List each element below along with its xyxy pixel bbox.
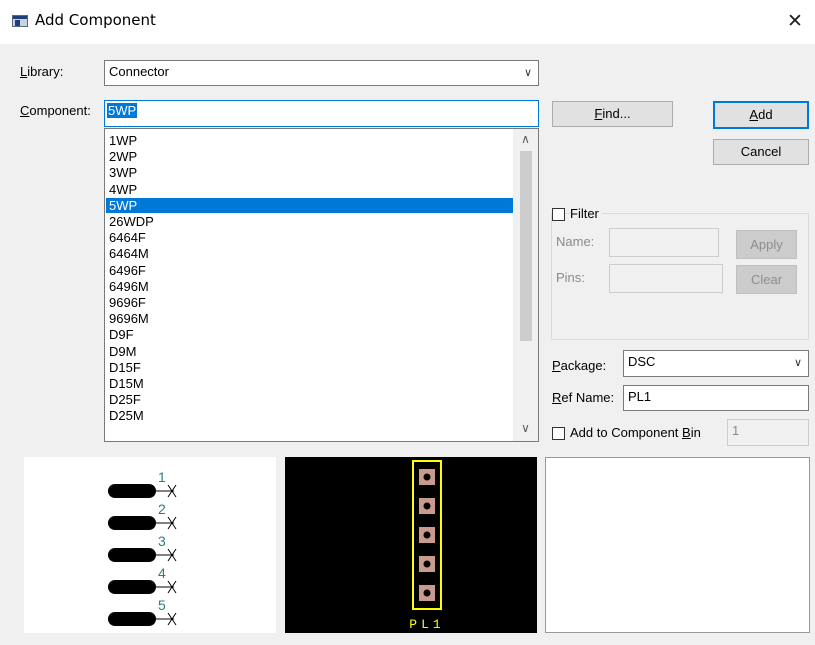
pcb-footprint-preview: PL1 — [285, 457, 537, 633]
find-button[interactable]: Find... — [552, 101, 673, 127]
list-item[interactable]: 6464M — [106, 246, 513, 261]
list-scrollbar[interactable]: ∧ ∨ — [513, 129, 538, 441]
title-bar: Add Component ✕ — [0, 0, 815, 44]
add-component-dialog: Add Component ✕ Library: Connector ∨ Com… — [0, 0, 815, 645]
scroll-down-icon[interactable]: ∨ — [513, 421, 538, 435]
list-item[interactable]: 9696M — [106, 311, 513, 326]
bottom-margin — [0, 633, 815, 645]
pin-body — [108, 484, 156, 498]
filter-pins-input[interactable] — [609, 264, 723, 293]
library-label-text: ibrary: — [27, 64, 64, 79]
list-item[interactable]: 3WP — [106, 165, 513, 180]
library-select[interactable]: Connector ∨ — [104, 60, 539, 86]
list-item[interactable]: 1WP — [106, 133, 513, 148]
list-item[interactable]: 6496M — [106, 279, 513, 294]
scrollbar-thumb[interactable] — [520, 151, 532, 341]
component-input[interactable]: 5WP — [104, 100, 539, 127]
filter-label: Filter — [570, 206, 602, 221]
pcb-drill-hole — [423, 502, 431, 510]
scroll-up-icon[interactable]: ∧ — [513, 132, 538, 146]
pcb-drill-hole — [423, 560, 431, 568]
list-item[interactable]: D25F — [106, 392, 513, 407]
window-title: Add Component — [35, 11, 156, 29]
list-item[interactable]: 6464F — [106, 230, 513, 245]
pin-body — [108, 516, 156, 530]
list-item[interactable]: D9F — [106, 327, 513, 342]
chevron-down-icon: ∨ — [523, 67, 532, 79]
list-item[interactable]: 26WDP — [106, 214, 513, 229]
filter-pins-label: Pins: — [556, 270, 585, 285]
package-select[interactable]: DSC ∨ — [623, 350, 809, 377]
pcb-ref-label: PL1 — [409, 617, 444, 632]
pin-body — [108, 612, 156, 626]
filter-name-label: Name: — [556, 234, 595, 249]
apply-button[interactable]: Apply — [736, 230, 797, 259]
chevron-down-icon: ∨ — [793, 357, 802, 369]
3d-preview — [545, 457, 810, 633]
library-value: Connector — [109, 64, 169, 79]
pin-number: 4 — [158, 565, 166, 581]
pcb-drill-hole — [423, 531, 431, 539]
component-value: 5WP — [107, 103, 138, 118]
filter-checkbox[interactable] — [552, 208, 565, 221]
component-bin-checkbox[interactable] — [552, 427, 565, 440]
component-bin-count[interactable]: 1 — [727, 419, 809, 446]
component-list[interactable]: 1WP 2WP 3WP 4WP 5WP 26WDP 6464F 6464M 6496F 6496M… — [104, 128, 539, 442]
pin-number: 2 — [158, 501, 166, 517]
list-item[interactable]: 2WP — [106, 149, 513, 164]
component-label: Component: — [20, 103, 91, 118]
pin-number: 1 — [158, 469, 166, 485]
list-item[interactable]: 5WP — [106, 197, 513, 213]
cancel-button[interactable]: Cancel — [713, 139, 809, 165]
component-bin-value: 1 — [732, 423, 740, 438]
filter-name-input[interactable] — [609, 228, 719, 257]
pcb-footprint: PL1 — [409, 460, 444, 632]
list-item[interactable]: 4WP — [106, 182, 513, 197]
clear-button[interactable]: Clear — [736, 265, 797, 294]
list-item[interactable]: D25M — [106, 408, 513, 423]
pcb-drill-hole — [423, 473, 431, 481]
library-label: Library: — [20, 64, 64, 79]
pin-body — [108, 580, 156, 594]
component-bin-label: Add to Component Bin — [570, 425, 701, 440]
schematic-preview: 1 2 3 4 5 — [24, 457, 276, 633]
ref-name-value: PL1 — [628, 389, 652, 404]
list-item[interactable]: D9M — [106, 344, 513, 359]
package-label: Package: — [552, 358, 607, 373]
pin-number: 3 — [158, 533, 166, 549]
app-icon — [12, 15, 28, 27]
package-value: DSC — [628, 354, 656, 369]
ref-name-label: Ref Name: — [552, 390, 615, 405]
close-icon[interactable]: ✕ — [775, 0, 815, 44]
list-item[interactable]: 9696F — [106, 295, 513, 310]
list-item[interactable]: 6496F — [106, 263, 513, 278]
pcb-drill-hole — [423, 589, 431, 597]
pin-number: 5 — [158, 597, 166, 613]
list-item[interactable]: D15F — [106, 360, 513, 375]
schematic-symbol: 1 2 3 4 5 — [108, 469, 177, 626]
add-button[interactable]: Add — [713, 101, 809, 129]
ref-name-input[interactable]: PL1 — [623, 385, 809, 411]
list-item[interactable]: D15M — [106, 376, 513, 391]
pin-body — [108, 548, 156, 562]
